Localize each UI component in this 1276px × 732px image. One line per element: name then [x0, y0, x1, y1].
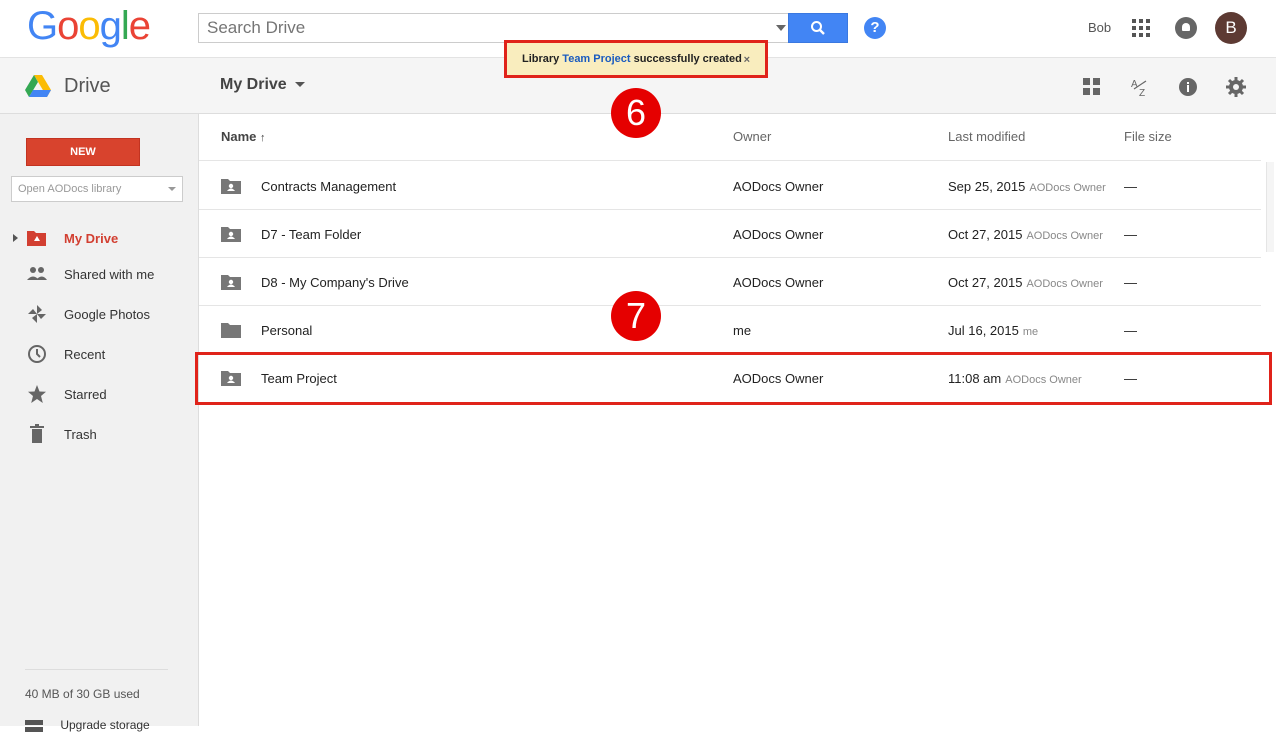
- column-size-header[interactable]: File size: [1124, 129, 1172, 144]
- shared-folder-icon: [221, 275, 241, 290]
- sidebar-item-google-photos[interactable]: Google Photos: [0, 296, 199, 332]
- avatar[interactable]: B: [1215, 12, 1247, 44]
- sidebar-item-label: Trash: [64, 426, 97, 442]
- chevron-down-icon: [294, 82, 305, 88]
- upgrade-storage-label: Upgrade storage: [60, 718, 150, 732]
- sidebar-item-label: Starred: [64, 386, 107, 402]
- file-modified: Oct 27, 2015 AODocs Owner: [948, 275, 1103, 290]
- sidebar: NEW Open AODocs library My Drive Shared …: [0, 114, 199, 732]
- sidebar-item-trash[interactable]: Trash: [0, 416, 199, 452]
- library-created-toast: Library Team Project successfully create…: [504, 40, 768, 78]
- svg-text:Z: Z: [1139, 88, 1145, 97]
- clock-icon: [28, 345, 46, 363]
- location-dropdown[interactable]: My Drive: [220, 76, 305, 94]
- file-modified: Sep 25, 2015 AODocs Owner: [948, 179, 1106, 194]
- aodocs-library-select[interactable]: Open AODocs library: [11, 176, 183, 202]
- column-name-header[interactable]: Name ↑: [221, 129, 266, 144]
- modified-by: AODocs Owner: [1029, 182, 1106, 194]
- aodocs-library-placeholder: Open AODocs library: [18, 183, 122, 195]
- sidebar-item-my-drive[interactable]: My Drive: [0, 220, 199, 256]
- info-icon[interactable]: [1176, 75, 1200, 99]
- search-button[interactable]: [788, 13, 848, 43]
- user-name[interactable]: Bob: [1088, 20, 1111, 35]
- file-owner: me: [733, 323, 752, 338]
- file-size: —: [1124, 275, 1137, 290]
- search-icon: [811, 21, 825, 35]
- sidebar-item-label: Google Photos: [64, 306, 151, 322]
- modified-by: AODocs Owner: [1026, 230, 1103, 242]
- photos-pinwheel-icon: [28, 305, 46, 323]
- table-row[interactable]: Contracts Management AODocs Owner Sep 25…: [199, 162, 1261, 210]
- row-highlight-box: [195, 352, 1272, 405]
- file-owner: AODocs Owner: [733, 227, 824, 242]
- column-owner-header[interactable]: Owner: [733, 129, 771, 144]
- settings-gear-icon[interactable]: [1224, 75, 1248, 99]
- modified-date: Oct 27, 2015: [948, 275, 1023, 290]
- file-name[interactable]: D7 - Team Folder: [261, 227, 361, 242]
- sort-az-icon[interactable]: AZ: [1128, 75, 1152, 99]
- step-7-marker: 7: [611, 291, 661, 341]
- file-size: —: [1124, 179, 1137, 194]
- toast-message: successfully created: [633, 53, 742, 65]
- expand-arrow-icon[interactable]: [13, 234, 18, 242]
- storage-usage: 40 MB of 30 GB used: [25, 687, 140, 701]
- step-6-marker: 6: [611, 88, 661, 138]
- file-list: Name ↑ Owner Last modified File size Con…: [199, 114, 1276, 726]
- apps-grid-icon[interactable]: [1132, 19, 1150, 37]
- app-title: Drive: [64, 75, 111, 97]
- sidebar-item-starred[interactable]: Starred: [0, 376, 199, 412]
- google-logo[interactable]: Google: [27, 4, 151, 49]
- list-scrollbar[interactable]: [1266, 162, 1274, 252]
- search-box: [198, 13, 790, 43]
- drive-logo-icon[interactable]: [25, 75, 51, 97]
- file-owner: AODocs Owner: [733, 179, 824, 194]
- notifications-bell-icon[interactable]: [1175, 17, 1197, 39]
- modified-by: me: [1022, 326, 1039, 338]
- trash-icon: [30, 424, 44, 443]
- sidebar-item-label: My Drive: [64, 230, 119, 246]
- file-name[interactable]: D8 - My Company's Drive: [261, 275, 409, 290]
- chevron-down-icon: [168, 187, 176, 191]
- file-name[interactable]: Personal: [261, 323, 312, 338]
- help-icon[interactable]: ?: [864, 17, 886, 39]
- modified-date: Oct 27, 2015: [948, 227, 1023, 242]
- upgrade-storage-link[interactable]: Upgrade storage: [25, 718, 150, 732]
- modified-date: Jul 16, 2015: [948, 323, 1019, 338]
- search-options-dropdown-icon[interactable]: [776, 25, 786, 31]
- folder-icon: [221, 323, 241, 338]
- sidebar-item-recent[interactable]: Recent: [0, 336, 199, 372]
- sidebar-item-shared-with-me[interactable]: Shared with me: [0, 256, 199, 292]
- table-row[interactable]: D7 - Team Folder AODocs Owner Oct 27, 20…: [199, 210, 1261, 258]
- location-label: My Drive: [220, 76, 287, 93]
- shared-people-icon: [27, 267, 47, 280]
- file-modified: Oct 27, 2015 AODocs Owner: [948, 227, 1103, 242]
- file-owner: AODocs Owner: [733, 275, 824, 290]
- file-size: —: [1124, 323, 1137, 338]
- list-header: Name ↑ Owner Last modified File size: [199, 114, 1261, 161]
- shared-folder-icon: [221, 179, 241, 194]
- search-input[interactable]: [199, 14, 759, 42]
- sort-ascending-icon: ↑: [260, 132, 266, 144]
- table-row[interactable]: Personal me Jul 16, 2015 me —: [199, 306, 1261, 354]
- new-button[interactable]: NEW: [26, 138, 140, 166]
- table-row[interactable]: D8 - My Company's Drive AODocs Owner Oct…: [199, 258, 1261, 306]
- toast-library-link[interactable]: Team Project: [562, 53, 630, 65]
- toast-prefix: Library: [522, 53, 560, 65]
- file-size: —: [1124, 227, 1137, 242]
- modified-by: AODocs Owner: [1026, 278, 1103, 290]
- grid-view-icon[interactable]: [1080, 75, 1104, 99]
- modified-date: Sep 25, 2015: [948, 179, 1026, 194]
- sidebar-divider: [25, 669, 168, 670]
- my-drive-icon: [27, 231, 46, 246]
- sidebar-item-label: Recent: [64, 346, 106, 362]
- star-icon: [28, 385, 46, 403]
- close-icon[interactable]: ×: [744, 54, 750, 66]
- file-modified: Jul 16, 2015 me: [948, 323, 1038, 338]
- shared-folder-icon: [221, 227, 241, 242]
- column-name-label: Name: [221, 129, 257, 144]
- file-name[interactable]: Contracts Management: [261, 179, 396, 194]
- sidebar-item-label: Shared with me: [64, 266, 155, 282]
- column-modified-header[interactable]: Last modified: [948, 129, 1025, 144]
